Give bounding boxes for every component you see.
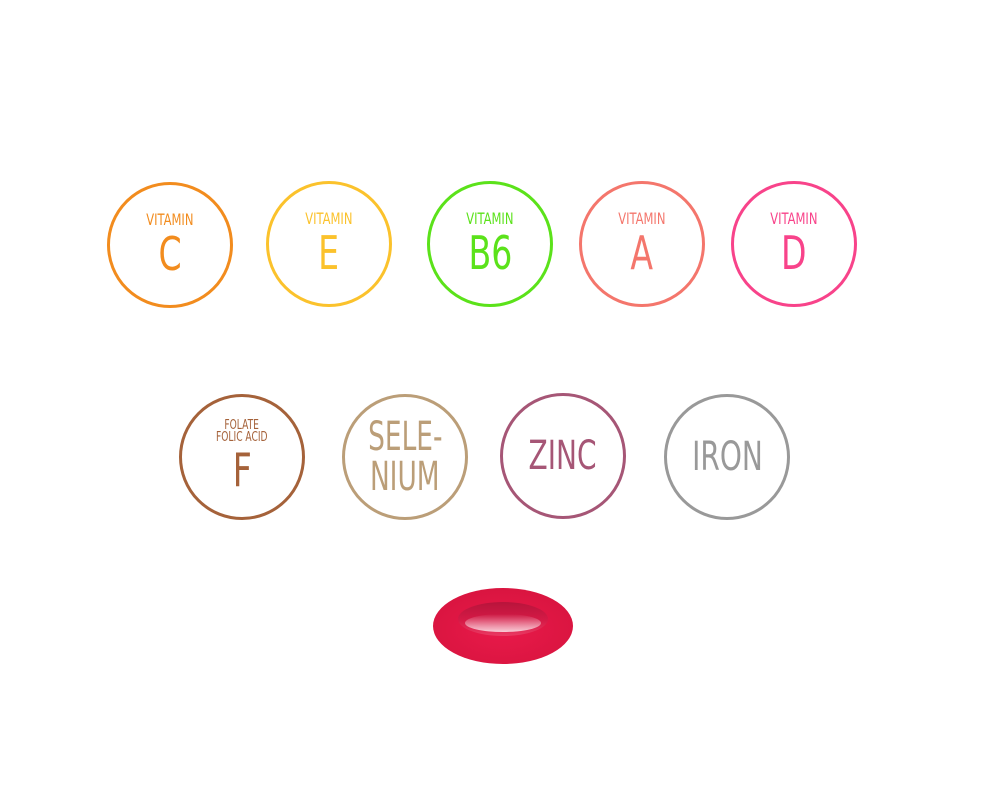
- zinc-badge: ZINC: [500, 393, 626, 519]
- badge-main-label: B6: [468, 226, 512, 280]
- selenium-badge: SELE- NIUM: [342, 394, 468, 520]
- badge-line1: SELE-: [367, 414, 443, 460]
- badge-main-label: D: [781, 226, 807, 280]
- badge-line2: NIUM: [370, 454, 440, 500]
- iron-badge: IRON: [664, 394, 790, 520]
- badge-main-label: ZINC: [529, 433, 597, 479]
- badge-main-label: IRON: [691, 434, 763, 480]
- badge-main-label: A: [630, 226, 654, 280]
- badge-main-label: F: [232, 443, 252, 497]
- badge-top-label: VITAMIN: [146, 210, 194, 229]
- badge-main-label: C: [158, 227, 182, 281]
- vitamin-a-badge: VITAMIN A: [579, 181, 705, 307]
- vitamin-e-badge: VITAMIN E: [266, 181, 392, 307]
- vitamin-b6-badge: VITAMIN B6: [427, 181, 553, 307]
- badge-top-label: VITAMIN: [770, 209, 818, 228]
- badge-top-label: VITAMIN: [305, 209, 353, 228]
- vitamin-c-badge: VITAMIN C: [107, 182, 233, 308]
- badge-main-label: E: [318, 226, 340, 280]
- folate-badge: FOLATE FOLIC ACID F: [179, 394, 305, 520]
- vitamin-d-badge: VITAMIN D: [731, 181, 857, 307]
- pill-icon: [432, 587, 574, 665]
- badge-top-label: VITAMIN: [466, 209, 514, 228]
- badge-top-label: VITAMIN: [618, 209, 666, 228]
